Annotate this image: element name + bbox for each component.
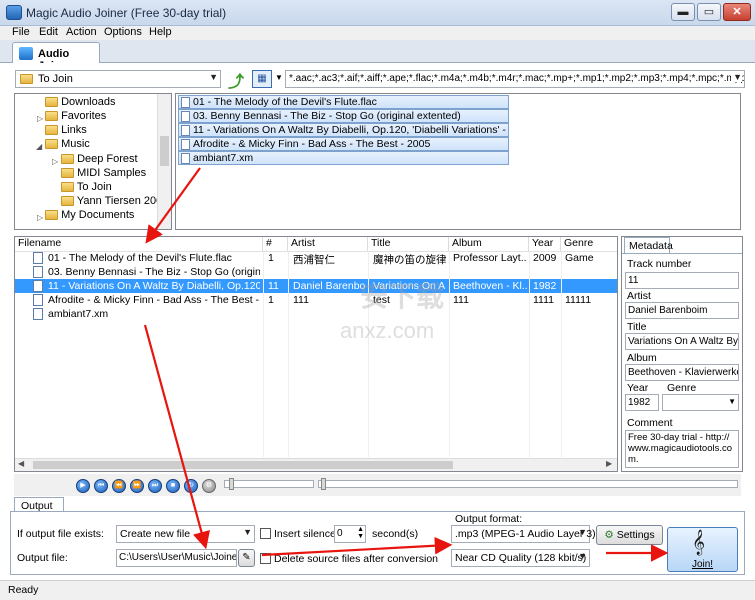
arrow-to-format bbox=[261, 536, 453, 557]
arrow-to-grid bbox=[145, 167, 201, 244]
annotation-arrows bbox=[143, 167, 669, 562]
arrow-to-output-file bbox=[143, 324, 211, 550]
